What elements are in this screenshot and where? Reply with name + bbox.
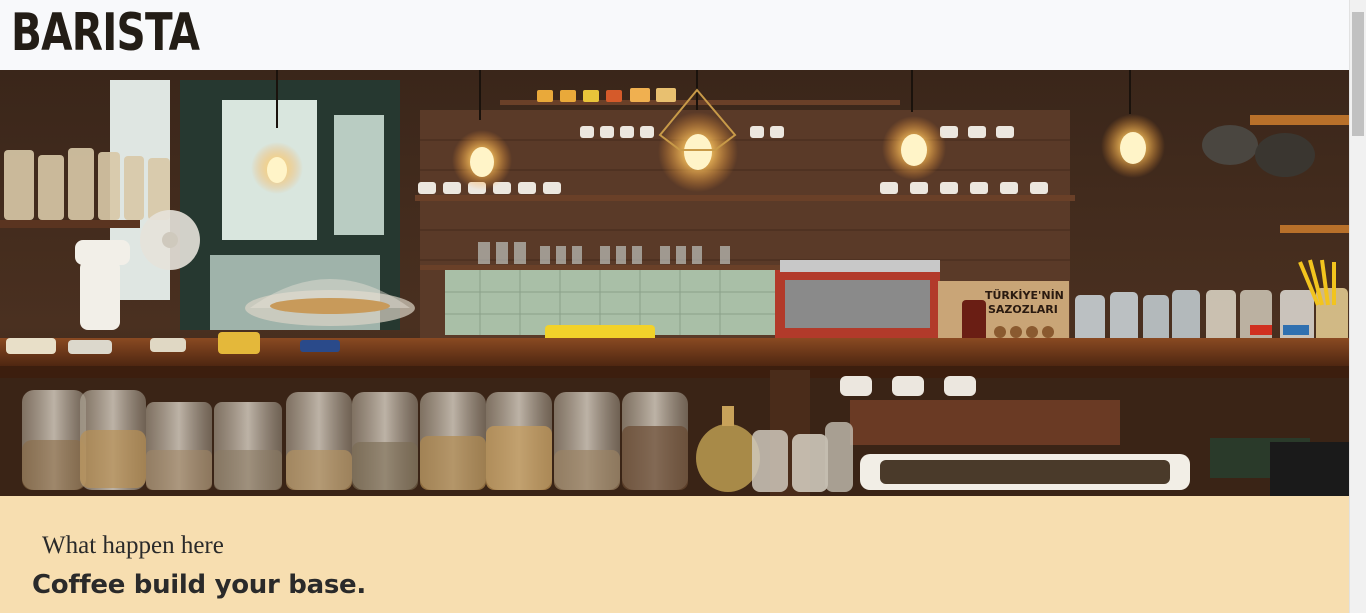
page-scrollbar[interactable]	[1349, 0, 1366, 613]
intro-eyebrow: What happen here	[42, 532, 224, 559]
scrollbar-thumb[interactable]	[1352, 12, 1364, 136]
intro-section: What happen here Coffee build your base.	[0, 496, 1349, 613]
page: BARISTA TÜRKİYE'NİN SAZOZLARI What happe…	[0, 0, 1366, 613]
sign-line2: SAZOZLARI	[988, 303, 1058, 316]
hero-image: TÜRKİYE'NİN SAZOZLARI	[0, 70, 1349, 496]
brand-logo[interactable]: BARISTA	[11, 0, 200, 66]
intro-headline: Coffee build your base.	[32, 570, 366, 600]
sign-line1: TÜRKİYE'NİN	[985, 288, 1064, 302]
site-header: BARISTA	[0, 0, 1349, 70]
